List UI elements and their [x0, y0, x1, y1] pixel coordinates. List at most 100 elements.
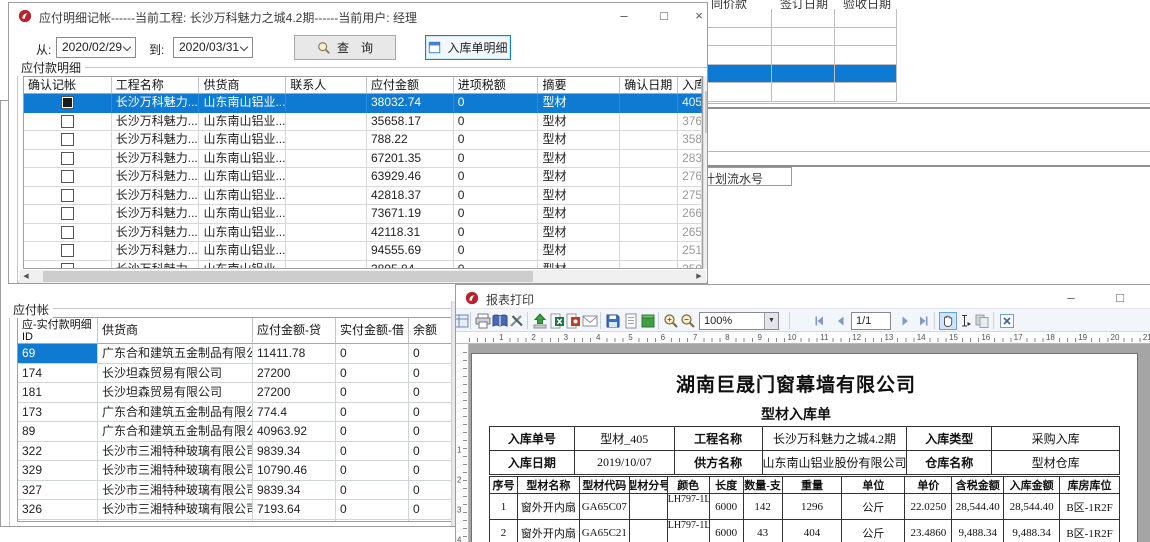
checkbox-cell[interactable]: [24, 131, 112, 150]
table-row[interactable]: 长沙万科魅力...山东南山铝业...67201.350型材283: [24, 150, 702, 169]
flow-number-field[interactable]: 计划流水号: [700, 167, 792, 186]
table-row[interactable]: 173广东合和建筑五金制品有限公司774.400: [18, 403, 453, 423]
table-row[interactable]: [703, 28, 897, 47]
column-header[interactable]: 确认记帐: [24, 77, 112, 94]
maximize-button[interactable]: □: [650, 3, 678, 28]
table-row[interactable]: [703, 46, 897, 65]
cell-id[interactable]: 174: [18, 364, 98, 384]
scrollbar-thumb[interactable]: [705, 91, 708, 133]
confirm-checkbox[interactable]: [61, 133, 74, 146]
hand-icon[interactable]: [939, 312, 957, 330]
cell-id[interactable]: 329: [18, 461, 98, 481]
print-icon[interactable]: [474, 312, 492, 330]
table-row[interactable]: 长沙万科魅力...山东南山铝业...63929.460型材276: [24, 168, 702, 187]
window-partial-icon[interactable]: [456, 312, 474, 330]
table-row[interactable]: 长沙万科魅力...山东南山铝业...73671.190型材266: [24, 205, 702, 224]
column-header-contract-price[interactable]: 同价款: [703, 0, 772, 9]
zoom-in-icon[interactable]: [662, 312, 680, 330]
column-header[interactable]: 余额: [409, 318, 453, 344]
confirm-checkbox[interactable]: [61, 115, 74, 128]
table-row[interactable]: 89广东合和建筑五金制品有限公司40963.9200: [18, 422, 453, 442]
copy-icon[interactable]: [973, 312, 991, 330]
report-preview-area[interactable]: 湖南巨晟门窗幕墙有限公司 型材入库单 入库单号型材_405工程名称长沙万科魅力之…: [469, 344, 1150, 542]
confirm-checkbox[interactable]: [61, 263, 74, 269]
document-icon[interactable]: [622, 312, 640, 330]
minimize-button[interactable]: –: [1057, 285, 1085, 310]
checkbox-cell[interactable]: [24, 261, 112, 270]
column-header[interactable]: 应-实付款明细ID: [18, 318, 98, 344]
column-header[interactable]: 进项税额: [454, 77, 539, 94]
column-header[interactable]: 应付金额-贷: [253, 318, 336, 344]
table-row[interactable]: 长沙万科魅力...山东南山铝业...3895.840型材250: [24, 261, 702, 270]
confirm-checkbox[interactable]: [61, 226, 74, 239]
book-icon[interactable]: [491, 312, 509, 330]
next-page-icon[interactable]: [896, 312, 914, 330]
vertical-scrollbar[interactable]: ▲ ▼: [703, 76, 708, 269]
inbound-detail-button[interactable]: 入库单明细: [425, 35, 511, 60]
checkbox-cell[interactable]: [24, 224, 112, 243]
last-page-icon[interactable]: [914, 312, 932, 330]
column-header[interactable]: 工程名称: [112, 77, 200, 94]
cell-id[interactable]: 326: [18, 500, 98, 520]
table-row[interactable]: 326长沙市三湘特种玻璃有限公司7193.6400: [18, 500, 453, 520]
table-row[interactable]: 长沙万科魅力...山东南山铝业...42818.370型材275: [24, 187, 702, 206]
confirm-checkbox[interactable]: [61, 207, 74, 220]
prev-page-icon[interactable]: [832, 312, 850, 330]
column-header-sign-date[interactable]: 签订日期: [772, 0, 835, 9]
table-row[interactable]: 322长沙市三湘特种玻璃有限公司9839.3400: [18, 442, 453, 462]
checkbox-cell[interactable]: [24, 242, 112, 261]
close-report-icon[interactable]: [998, 312, 1016, 330]
table-row[interactable]: 长沙万科魅力...山东南山铝业...38032.740型材405: [24, 94, 702, 113]
table-row[interactable]: [703, 65, 897, 84]
table-row[interactable]: [703, 83, 897, 102]
table-row[interactable]: 长沙万科魅力...山东南山铝业...35658.170型材376: [24, 113, 702, 132]
table-row[interactable]: [703, 9, 897, 28]
confirm-checkbox[interactable]: [61, 96, 74, 109]
table-row[interactable]: 长沙万科魅力...山东南山铝业...42118.310型材265: [24, 224, 702, 243]
scrollbar-thumb[interactable]: [43, 271, 533, 282]
confirm-checkbox[interactable]: [61, 244, 74, 257]
detail-titlebar[interactable]: 应付明细记帐------当前工程: 长沙万科魅力之城4.2期------当前用户…: [9, 3, 707, 29]
horizontal-scrollbar[interactable]: ◀ ▶: [19, 270, 706, 283]
checkbox-cell[interactable]: [24, 150, 112, 169]
cell-id[interactable]: 181: [18, 383, 98, 403]
table-row[interactable]: 181长沙坦森贸易有限公司2720000: [18, 383, 453, 403]
cell-id[interactable]: 327: [18, 481, 98, 501]
column-header[interactable]: 实付金额-借: [336, 318, 409, 344]
checkbox-cell[interactable]: [24, 187, 112, 206]
first-page-icon[interactable]: [811, 312, 829, 330]
column-header[interactable]: 供货商: [199, 77, 286, 94]
confirm-checkbox[interactable]: [61, 189, 74, 202]
from-date-combo[interactable]: 2020/02/29: [56, 37, 136, 58]
column-header[interactable]: 供货商: [98, 318, 253, 344]
zoom-out-icon[interactable]: [679, 312, 697, 330]
page-number-input[interactable]: 1/1: [851, 312, 891, 330]
checkbox-cell[interactable]: [24, 94, 112, 113]
cell-id[interactable]: 89: [18, 422, 98, 442]
to-date-combo[interactable]: 2020/03/31: [173, 37, 253, 58]
tools-icon[interactable]: [508, 312, 526, 330]
column-header[interactable]: 摘要: [538, 77, 620, 94]
confirm-checkbox[interactable]: [61, 152, 74, 165]
pdf-icon[interactable]: [564, 312, 582, 330]
table-row[interactable]: 69广东合和建筑五金制品有限公司11411.7800: [18, 344, 453, 364]
confirm-checkbox[interactable]: [61, 170, 74, 183]
save-icon[interactable]: [604, 312, 622, 330]
column-header-accept-date[interactable]: 验收日期: [835, 0, 897, 9]
export-icon[interactable]: [531, 312, 549, 330]
cell-id[interactable]: 173: [18, 403, 98, 423]
table-row[interactable]: 329长沙市三湘特种玻璃有限公司10790.4600: [18, 461, 453, 481]
cell-id[interactable]: 322: [18, 442, 98, 462]
checkbox-cell[interactable]: [24, 113, 112, 132]
column-header[interactable]: 应付金额: [367, 77, 454, 94]
scroll-up-icon[interactable]: ▲: [704, 76, 708, 90]
maximize-button[interactable]: □: [1106, 285, 1134, 310]
table-row[interactable]: 174长沙坦森贸易有限公司2720000: [18, 364, 453, 384]
column-header[interactable]: 联系人: [286, 77, 367, 94]
cell-id[interactable]: 69: [18, 344, 98, 364]
chevron-down-icon[interactable]: ▼: [764, 313, 778, 329]
minimize-button[interactable]: –: [610, 3, 638, 28]
query-button[interactable]: 查 询: [294, 35, 396, 60]
table-row[interactable]: 长沙万科魅力...山东南山铝业...788.220型材358: [24, 131, 702, 150]
cell-id[interactable]: [18, 520, 98, 523]
